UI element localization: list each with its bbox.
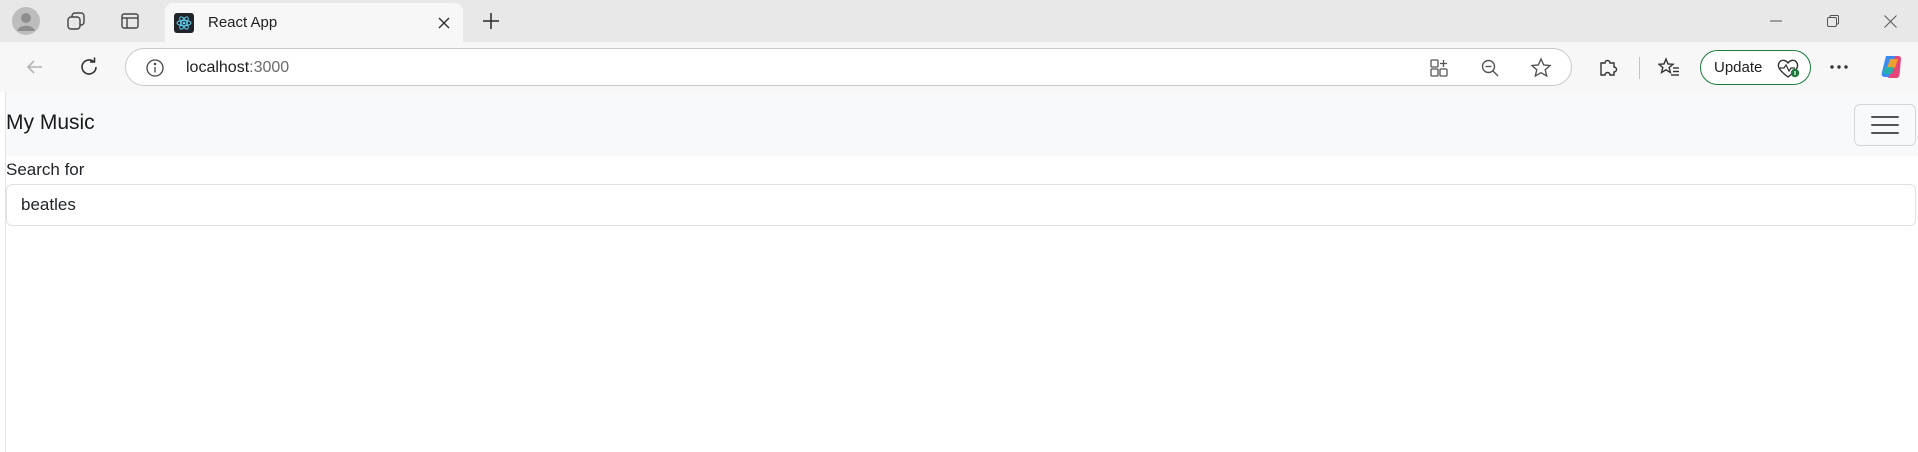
tab-title: React App xyxy=(208,14,278,31)
ellipsis-icon xyxy=(1830,65,1848,69)
hamburger-menu-icon xyxy=(1871,116,1899,134)
navbar-brand[interactable]: My Music xyxy=(6,111,95,135)
tab-close-button[interactable] xyxy=(433,12,455,34)
url-port: :3000 xyxy=(249,59,290,76)
extensions-button[interactable] xyxy=(1591,50,1625,84)
refresh-button[interactable] xyxy=(72,50,106,84)
copilot-button[interactable] xyxy=(1874,50,1908,84)
minimize-icon xyxy=(1770,20,1782,22)
restore-button[interactable] xyxy=(1805,0,1861,42)
back-button[interactable] xyxy=(18,50,52,84)
update-label: Update xyxy=(1714,59,1763,76)
star-icon[interactable] xyxy=(1530,57,1552,79)
update-button[interactable]: Update xyxy=(1700,50,1811,85)
minimize-button[interactable] xyxy=(1748,0,1804,42)
close-icon xyxy=(438,17,450,29)
address-bar[interactable]: localhost:3000 xyxy=(125,48,1572,86)
react-logo-icon xyxy=(174,12,194,33)
arrow-left-icon xyxy=(26,60,42,74)
favorites-button[interactable] xyxy=(1652,50,1686,84)
zoom-out-icon[interactable] xyxy=(1479,57,1501,79)
new-tab-button[interactable] xyxy=(474,5,508,37)
heart-pulse-icon xyxy=(1777,59,1800,78)
vertical-tabs-button[interactable] xyxy=(108,5,152,37)
tab-react-app[interactable]: React App xyxy=(165,3,463,42)
close-window-icon xyxy=(1883,14,1897,28)
page-viewport: My Music Search for xyxy=(5,92,1918,452)
plus-icon xyxy=(483,13,499,29)
more-options-button[interactable] xyxy=(1822,50,1856,84)
workspaces-button[interactable] xyxy=(54,5,98,37)
puzzle-icon xyxy=(1600,59,1618,76)
copilot-icon xyxy=(1881,56,1901,78)
site-info-icon[interactable] xyxy=(145,58,165,78)
profile-button[interactable] xyxy=(4,5,48,37)
tab-strip: React App xyxy=(0,0,1918,42)
refresh-icon xyxy=(81,57,97,75)
workspaces-icon xyxy=(67,12,85,30)
browser-toolbar: localhost:3000 Update xyxy=(0,42,1918,92)
profile-avatar-icon xyxy=(12,7,40,35)
search-label: Search for xyxy=(6,160,85,179)
app-navbar: My Music xyxy=(6,92,1918,156)
close-window-button[interactable] xyxy=(1862,0,1918,42)
url-host: localhost xyxy=(186,59,250,76)
favorites-list-icon xyxy=(1658,57,1679,76)
toolbar-divider xyxy=(1639,57,1640,79)
vertical-tabs-icon xyxy=(121,13,139,29)
search-input[interactable] xyxy=(6,184,1916,226)
browser-window: React App localhost:3000 Update My Music… xyxy=(0,0,1918,452)
navbar-toggle-button[interactable] xyxy=(1854,104,1916,146)
restore-icon xyxy=(1827,15,1839,27)
app-available-icon[interactable] xyxy=(1428,57,1450,79)
url-text[interactable]: localhost:3000 xyxy=(186,59,289,77)
